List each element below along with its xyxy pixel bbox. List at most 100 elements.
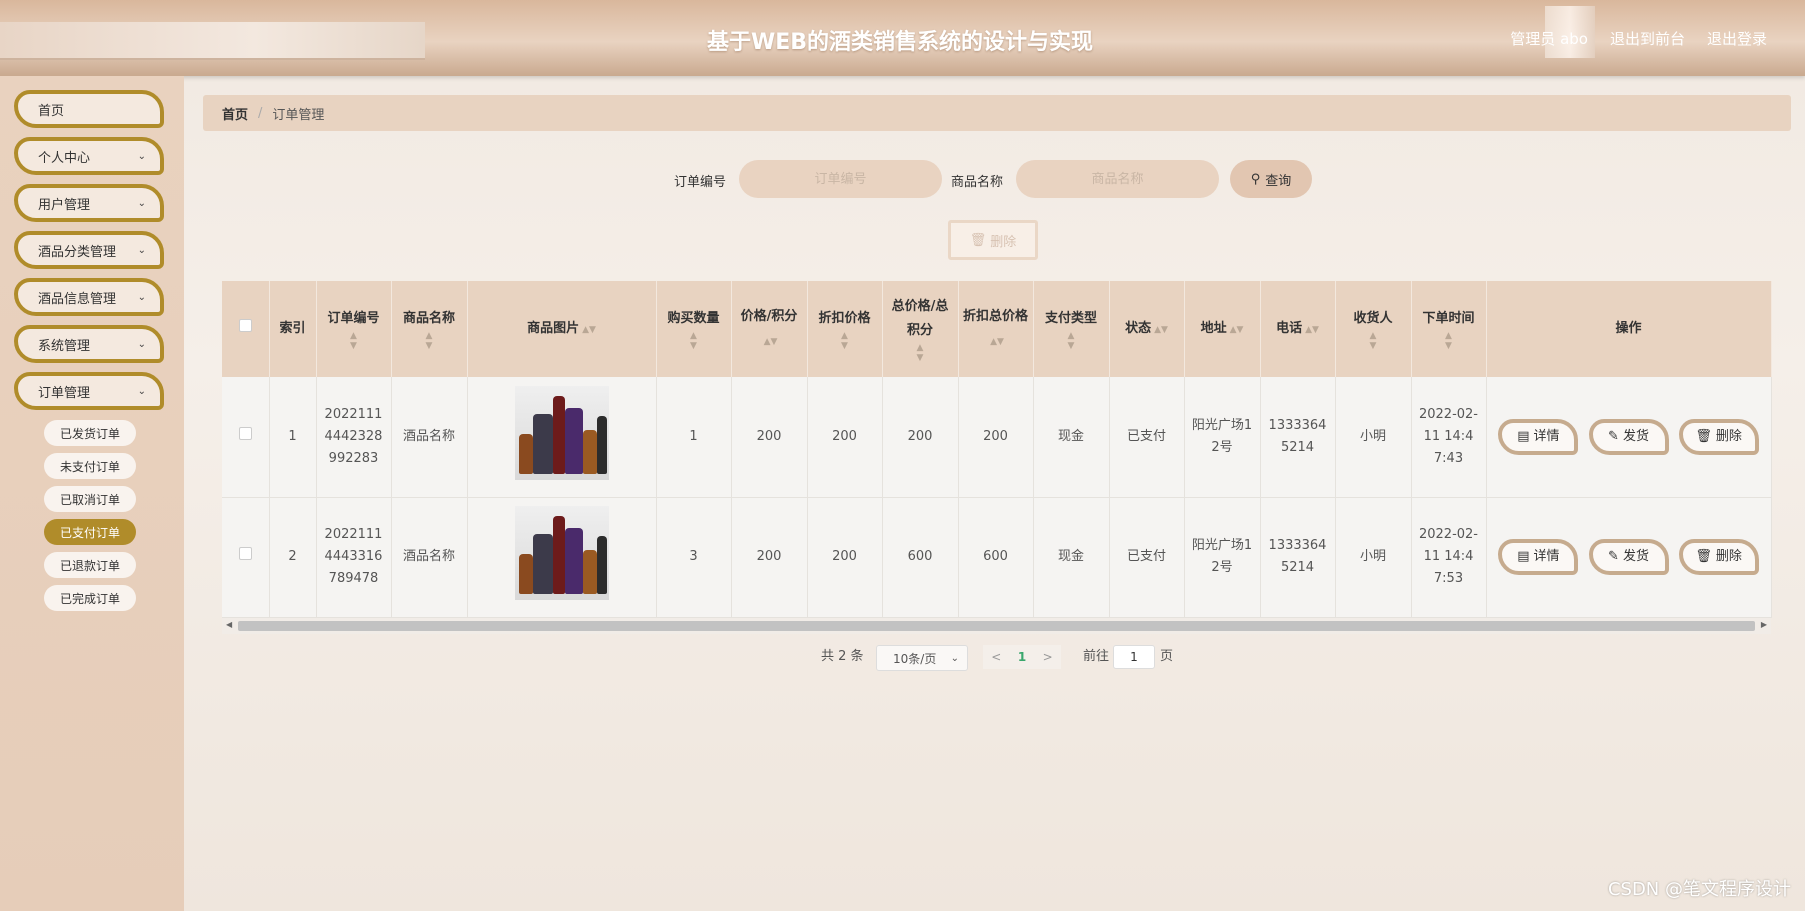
ship-button[interactable]: ✎ 发货	[1588, 539, 1669, 575]
col-header-total[interactable]: 总价格/总积分 ▲ ▼	[882, 281, 959, 377]
sidebar-item-system[interactable]: 系统管理 ⌄	[14, 325, 164, 363]
horizontal-scrollbar[interactable]: ◀ ▶	[222, 618, 1771, 634]
edit-icon: ✎	[1608, 549, 1619, 564]
sidebar-subitem-cancelled[interactable]: 已取消订单	[44, 486, 136, 512]
sort-icon[interactable]: ▲▼	[990, 330, 1004, 354]
cell-index: 2	[269, 497, 317, 618]
sort-icon[interactable]: ▲▼	[812, 331, 878, 351]
cell-address: 阳光广场12号	[1184, 377, 1261, 498]
col-header-product[interactable]: 商品名称 ▲ ▼	[391, 281, 468, 377]
sidebar-subitem-completed[interactable]: 已完成订单	[44, 585, 136, 611]
cell-discount-total: 200	[958, 377, 1034, 498]
select-all-checkbox[interactable]	[238, 319, 252, 332]
product-image[interactable]	[514, 385, 609, 480]
sidebar-item-profile[interactable]: 个人中心 ⌄	[14, 137, 164, 175]
prev-page-icon[interactable]: <	[991, 650, 1001, 664]
scroll-left-icon[interactable]: ◀	[226, 620, 232, 629]
col-header-status[interactable]: 状态 ▲▼	[1109, 281, 1185, 377]
top-header: 基于WEB的酒类销售系统的设计与实现 管理员 abo 退出到前台 退出登录	[0, 0, 1805, 76]
sort-icon[interactable]: ▲▼	[321, 331, 387, 351]
sort-icon[interactable]: ▲▼	[1305, 318, 1319, 342]
sidebar-item-categories[interactable]: 酒品分类管理 ⌄	[14, 231, 164, 269]
sidebar-item-products[interactable]: 酒品信息管理 ⌄	[14, 278, 164, 316]
delete-button[interactable]: 🗑 删除	[1678, 418, 1759, 455]
col-header-receiver[interactable]: 收货人 ▲ ▼	[1335, 281, 1412, 377]
col-header-price[interactable]: 价格/积分▲▼	[731, 281, 808, 377]
sort-icon[interactable]: ▲▼	[1038, 331, 1105, 351]
col-header-discount-total[interactable]: 折扣总价格▲▼	[958, 281, 1034, 377]
app-title: 基于WEB的酒类销售系统的设计与实现	[706, 30, 1094, 55]
scrollbar-thumb[interactable]	[238, 621, 1755, 631]
col-header-time[interactable]: 下单时间 ▲ ▼	[1411, 281, 1487, 377]
cell-price: 200	[731, 497, 808, 618]
page-size-value: 10条/页	[893, 651, 937, 666]
breadcrumb-current: 订单管理	[272, 107, 325, 123]
sort-icon[interactable]: ▲▼	[1416, 331, 1482, 351]
delete-button[interactable]: 🗑 删除	[1678, 539, 1759, 575]
col-header-phone[interactable]: 电话 ▲▼	[1260, 281, 1336, 377]
sort-icon[interactable]: ▲▼	[1340, 331, 1407, 351]
row-checkbox[interactable]	[238, 547, 252, 560]
chevron-up-icon: ⌄	[137, 385, 146, 397]
sort-icon[interactable]: ▲▼	[582, 318, 596, 342]
total-count: 共 2 条	[821, 649, 864, 664]
pager: < 1 >	[983, 645, 1061, 669]
front-link[interactable]: 退出到前台	[1610, 28, 1685, 49]
order-no-input[interactable]	[739, 160, 942, 198]
sidebar-item-users[interactable]: 用户管理 ⌄	[14, 184, 164, 222]
sort-icon[interactable]: ▲▼	[887, 343, 954, 363]
page-size-select[interactable]: 10条/页 ⌄	[876, 645, 968, 671]
query-button[interactable]: ⚲ 查询	[1230, 160, 1312, 198]
cell-time: 2022-02-11 14:47:43	[1411, 377, 1487, 498]
sidebar-item-home[interactable]: 首页	[14, 90, 164, 128]
sidebar-item-label: 系统管理	[38, 338, 91, 354]
sidebar-subitem-unpaid[interactable]: 未支付订单	[44, 453, 136, 479]
edit-icon: ✎	[1608, 428, 1619, 444]
row-checkbox[interactable]	[238, 426, 252, 440]
cell-product: 酒品名称	[391, 497, 468, 618]
col-header-image[interactable]: 商品图片 ▲▼	[467, 281, 657, 377]
cell-pay-type: 现金	[1033, 377, 1110, 498]
col-header-actions: 操作	[1486, 281, 1772, 377]
cell-product: 酒品名称	[391, 377, 468, 498]
goto-page-input[interactable]	[1113, 645, 1155, 669]
col-header-address[interactable]: 地址 ▲▼	[1184, 281, 1261, 377]
detail-button[interactable]: ▤ 详情	[1498, 539, 1579, 575]
cell-qty: 3	[656, 497, 732, 618]
col-header-pay-type[interactable]: 支付类型 ▲ ▼	[1033, 281, 1110, 377]
current-page[interactable]: 1	[1018, 650, 1026, 664]
logout-link[interactable]: 退出登录	[1707, 28, 1767, 49]
ship-button[interactable]: ✎ 发货	[1588, 418, 1669, 455]
product-image[interactable]	[514, 506, 609, 600]
header-links: 管理员 abo 退出到前台 退出登录	[1510, 28, 1767, 49]
sort-icon[interactable]: ▲▼	[764, 330, 778, 354]
sidebar-subitem-shipped[interactable]: 已发货订单	[44, 420, 136, 446]
sidebar-item-label: 个人中心	[38, 150, 91, 166]
col-header-discount-price[interactable]: 折扣价格 ▲ ▼	[807, 281, 883, 377]
breadcrumb-home[interactable]: 首页	[222, 104, 248, 123]
detail-button[interactable]: ▤ 详情	[1498, 418, 1579, 455]
next-page-icon[interactable]: >	[1043, 650, 1053, 664]
sidebar-item-label: 酒品分类管理	[38, 244, 117, 260]
sort-icon[interactable]: ▲▼	[661, 331, 727, 351]
sidebar-subitem-refunded[interactable]: 已退款订单	[44, 552, 136, 578]
cell-discount-price: 200	[807, 377, 883, 498]
sort-icon[interactable]: ▲▼	[1154, 318, 1168, 342]
breadcrumb-separator: /	[258, 105, 263, 121]
sort-icon[interactable]: ▲▼	[1230, 318, 1244, 342]
sidebar-subitem-paid[interactable]: 已支付订单	[44, 519, 136, 545]
watermark: CSDN @笔文程序设计	[1607, 879, 1791, 900]
col-header-order-no[interactable]: 订单编号 ▲ ▼	[316, 281, 392, 377]
chevron-down-icon: ⌄	[137, 291, 146, 303]
chevron-down-icon: ⌄	[137, 197, 146, 209]
batch-delete-label: 删除	[990, 234, 1017, 250]
scroll-right-icon[interactable]: ▶	[1761, 620, 1767, 629]
cell-order-no: 20221114442328992283	[316, 377, 392, 498]
sort-icon[interactable]: ▲▼	[396, 331, 463, 351]
batch-delete-button[interactable]: 🗑 删除	[948, 220, 1038, 260]
trash-icon: 🗑	[1695, 549, 1712, 564]
sidebar-item-orders[interactable]: 订单管理 ⌄	[14, 372, 164, 410]
trash-icon: 🗑	[969, 232, 987, 248]
col-header-qty[interactable]: 购买数量 ▲ ▼	[656, 281, 732, 377]
product-name-input[interactable]	[1016, 160, 1219, 198]
